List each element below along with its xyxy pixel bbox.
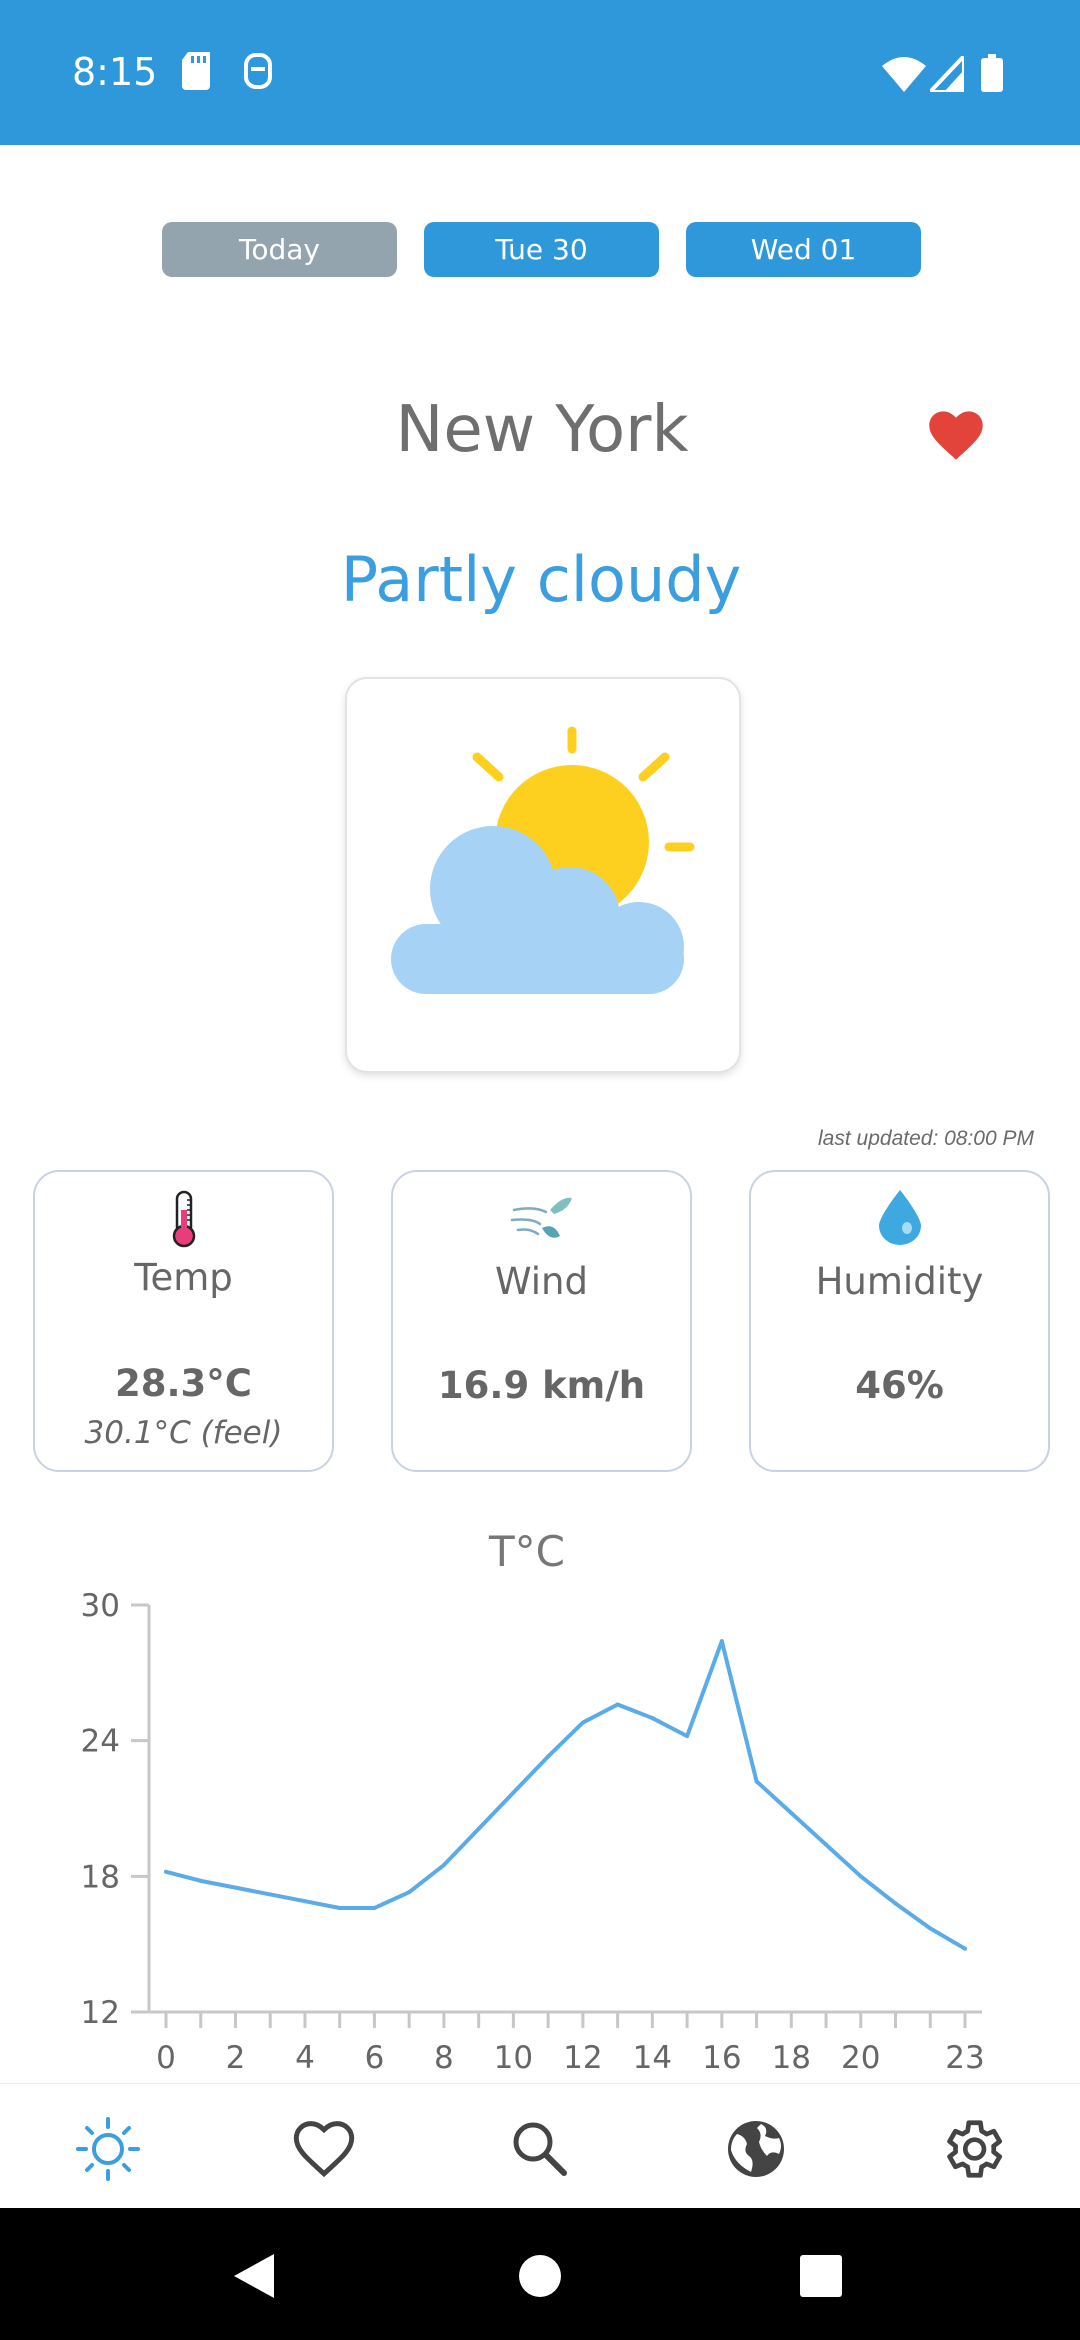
wifi-icon xyxy=(882,56,926,97)
x-tick-label: 23 xyxy=(945,2040,984,2076)
x-tick-label: 16 xyxy=(702,2040,741,2076)
x-tick-label: 12 xyxy=(563,2040,602,2076)
data-point xyxy=(511,1790,516,1795)
status-time: 8:15 xyxy=(72,50,158,94)
data-point xyxy=(893,1901,898,1906)
data-point xyxy=(650,1716,655,1721)
data-point xyxy=(476,1826,481,1831)
data-point xyxy=(268,1892,273,1897)
recents-icon[interactable] xyxy=(800,2255,842,2297)
temp-label: Temp xyxy=(134,1256,233,1299)
x-tick-label: 14 xyxy=(633,2040,672,2076)
partly-cloudy-icon xyxy=(391,726,695,994)
city-name: New York xyxy=(395,393,689,467)
tab-today[interactable]: Today xyxy=(162,222,397,277)
data-point xyxy=(372,1905,377,1910)
thermometer-icon xyxy=(35,1190,332,1253)
data-point xyxy=(789,1811,794,1816)
temperature-chart: 121824300 2 4 6 8 10 12 14 16 18 20 23 xyxy=(81,1588,985,2076)
feels-like-value: 30.1°C (feel) xyxy=(84,1415,283,1451)
data-point xyxy=(719,1639,724,1644)
data-point xyxy=(302,1899,307,1904)
x-tick-label: 2 xyxy=(226,2040,246,2076)
wind-icon xyxy=(393,1192,690,1251)
temp-card: Temp 28.3°C 30.1°C (feel) xyxy=(33,1170,334,1472)
data-point xyxy=(685,1734,690,1739)
wind-label: Wind xyxy=(495,1260,588,1303)
nav-search-icon[interactable] xyxy=(505,2114,575,2184)
system-navigation-bar xyxy=(0,2208,1080,2340)
data-point xyxy=(858,1874,863,1879)
x-tick-label: 10 xyxy=(494,2040,533,2076)
data-point xyxy=(441,1863,446,1868)
tab-wed-01[interactable]: Wed 01 xyxy=(686,222,921,277)
data-point xyxy=(198,1878,203,1883)
y-tick-label: 30 xyxy=(81,1588,120,1624)
chart-title: T°C xyxy=(489,1527,565,1576)
x-tick-label: 0 xyxy=(156,2040,176,2076)
data-point xyxy=(233,1885,238,1890)
x-tick-label: 6 xyxy=(365,2040,385,2076)
x-tick-label: 8 xyxy=(434,2040,454,2076)
temperature-series-line xyxy=(165,1639,967,1951)
wind-value: 16.9 km/h xyxy=(437,1364,646,1407)
data-point xyxy=(928,1926,933,1931)
tab-tue-30[interactable]: Tue 30 xyxy=(424,222,659,277)
last-updated: last updated: 08:00 PM xyxy=(818,1127,1034,1150)
nav-settings-gear-icon[interactable] xyxy=(937,2114,1007,2184)
data-point xyxy=(580,1720,585,1725)
data-point xyxy=(407,1890,412,1895)
nav-favorites-heart-icon[interactable] xyxy=(289,2114,359,2184)
y-tick-label: 24 xyxy=(81,1724,120,1760)
humidity-card: Humidity 46% xyxy=(749,1170,1050,1472)
data-point xyxy=(337,1905,342,1910)
wind-card: Wind 16.9 km/h xyxy=(391,1170,692,1472)
x-tick-label: 20 xyxy=(841,2040,880,2076)
y-tick-label: 18 xyxy=(81,1859,120,1895)
home-icon[interactable] xyxy=(518,2254,562,2298)
water-drop-icon xyxy=(751,1188,1048,1251)
status-bar: 8:15 xyxy=(0,0,1080,145)
favorite-heart-icon[interactable] xyxy=(925,405,987,466)
data-point xyxy=(164,1869,168,1874)
weather-condition: Partly cloudy xyxy=(340,543,742,616)
battery-icon xyxy=(981,54,1003,97)
temp-value: 28.3°C xyxy=(115,1362,252,1405)
x-tick-label: 18 xyxy=(772,2040,811,2076)
nav-world-globe-icon[interactable] xyxy=(721,2114,791,2184)
nav-today-sun-icon[interactable] xyxy=(73,2114,143,2184)
bottom-navigation xyxy=(0,2083,1080,2209)
signal-icon xyxy=(925,50,966,97)
x-tick-label: 4 xyxy=(295,2040,315,2076)
data-point xyxy=(754,1779,759,1784)
back-icon[interactable] xyxy=(234,2254,276,2298)
notification-icon xyxy=(243,52,273,95)
data-point xyxy=(615,1702,620,1707)
weather-icon-card xyxy=(345,677,741,1073)
data-point xyxy=(824,1842,829,1847)
humidity-label: Humidity xyxy=(815,1260,984,1303)
data-point xyxy=(546,1754,551,1759)
sd-card-icon xyxy=(182,52,210,95)
data-point xyxy=(963,1946,967,1951)
humidity-value: 46% xyxy=(855,1364,944,1407)
y-tick-label: 12 xyxy=(81,1995,120,2031)
